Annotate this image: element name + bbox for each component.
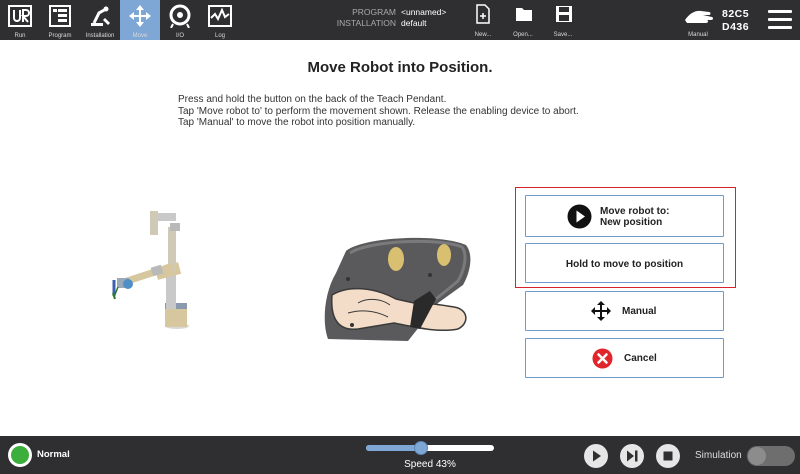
instruction-line: Press and hold the button on the back of…	[178, 94, 447, 105]
instructions: Press and hold the button on the back of…	[178, 94, 579, 129]
robot-id: 82C5 D436	[722, 8, 749, 34]
robot-arm-image	[112, 211, 189, 329]
hamburger-menu-icon[interactable]	[768, 10, 792, 30]
nav-io-label: I/O	[175, 33, 184, 39]
stop-button[interactable]	[656, 444, 680, 468]
speed-slider-knob[interactable]	[414, 441, 429, 455]
top-bar: Run Program Installation Move I/O Log PR…	[0, 0, 800, 40]
installation-name: default	[401, 18, 427, 28]
teach-pendant-image	[324, 237, 471, 341]
cancel-button[interactable]: Cancel	[525, 338, 724, 378]
speed-slider-fill	[366, 445, 422, 451]
instruction-line: Tap 'Manual' to move the robot into posi…	[178, 117, 416, 128]
speed-slider[interactable]	[366, 441, 494, 455]
save-button[interactable]: Save...	[547, 4, 579, 38]
hand-icon	[685, 10, 713, 23]
nav-installation-label: Installation	[85, 33, 115, 39]
new-button[interactable]: New...	[467, 4, 499, 38]
step-forward-icon	[627, 450, 638, 462]
move-arrows-icon	[591, 301, 611, 321]
nav-move[interactable]: Move	[120, 0, 160, 40]
mode-label: Manual	[688, 32, 708, 38]
move-robot-to-line2: New position	[600, 217, 663, 228]
nav-run-label: Run	[14, 33, 26, 39]
robot-id-line2: D436	[722, 21, 750, 33]
nav-move-label: Move	[132, 33, 148, 39]
save-icon	[556, 6, 572, 22]
cancel-button-label: Cancel	[624, 353, 657, 364]
nav-io[interactable]: I/O	[160, 0, 200, 40]
bottom-bar: Normal Speed 43% Simulation	[0, 436, 800, 474]
hold-to-move-button[interactable]: Hold to move to position	[525, 243, 724, 283]
manual-button[interactable]: Manual	[525, 291, 724, 331]
cancel-icon	[592, 348, 613, 369]
nav-run[interactable]: Run	[0, 0, 40, 40]
status-indicator-icon[interactable]	[8, 443, 32, 467]
play-icon	[593, 450, 601, 462]
instruction-line: Tap 'Move robot to' to perform the movem…	[178, 105, 579, 117]
program-label: PROGRAM	[352, 7, 396, 17]
mode-indicator[interactable]: Manual	[680, 4, 716, 38]
program-name: <unnamed>	[401, 7, 447, 17]
folder-icon	[516, 8, 532, 21]
nav-program[interactable]: Program	[40, 0, 80, 40]
move-icon	[129, 5, 151, 27]
play-icon	[567, 204, 592, 229]
open-button[interactable]: Open...	[507, 4, 539, 38]
new-button-label: New...	[474, 32, 492, 38]
open-button-label: Open...	[513, 32, 533, 38]
nav-program-label: Program	[48, 33, 72, 39]
step-button[interactable]	[620, 444, 644, 468]
program-info-labels: PROGRAM INSTALLATION	[330, 7, 396, 29]
robot-id-line1: 82C5	[722, 8, 750, 20]
nav-log-label: Log	[214, 33, 225, 39]
move-robot-to-line1: Move robot to:	[600, 206, 670, 217]
program-icon	[49, 5, 71, 27]
status-text: Normal	[37, 449, 70, 460]
move-robot-to-button[interactable]: Move robot to: New position	[525, 195, 724, 237]
simulation-toggle[interactable]	[747, 446, 795, 466]
ur-logo-icon	[8, 5, 32, 27]
play-button[interactable]	[584, 444, 608, 468]
move-robot-to-text: Move robot to: New position	[600, 206, 669, 228]
new-file-icon	[476, 4, 490, 24]
installation-label: INSTALLATION	[336, 18, 396, 28]
speed-label: Speed 43%	[404, 459, 456, 470]
installation-icon	[91, 6, 110, 26]
stop-icon	[663, 451, 673, 461]
manual-button-label: Manual	[622, 306, 657, 317]
nav-installation[interactable]: Installation	[80, 0, 120, 40]
hold-to-move-label: Hold to move to position	[565, 259, 684, 270]
save-button-label: Save...	[553, 32, 573, 38]
page-title: Move Robot into Position.	[307, 59, 493, 76]
program-info-values: <unnamed> default	[401, 7, 446, 29]
io-icon	[169, 4, 191, 28]
nav-log[interactable]: Log	[200, 0, 240, 40]
simulation-label: Simulation	[695, 450, 742, 461]
log-icon	[208, 5, 232, 27]
